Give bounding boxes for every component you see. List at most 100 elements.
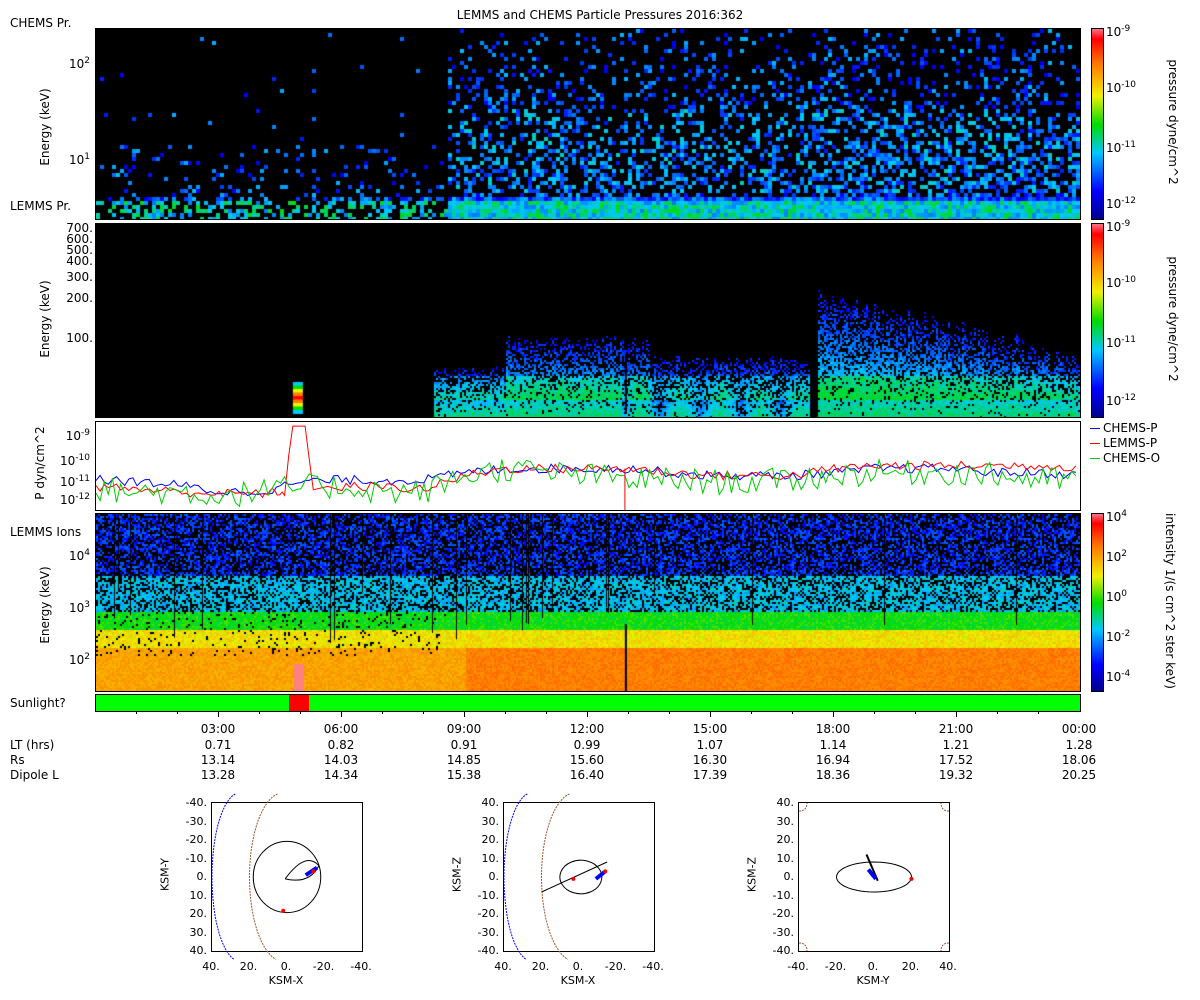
ephemeris-value: 13.14 [200, 753, 236, 767]
orbit-ytick: -30. [185, 814, 207, 828]
lemms-ions-cbar-tick: 100 [1106, 589, 1128, 604]
lemms-pr-cbar-tick: 10-9 [1106, 219, 1131, 234]
time-tick-mark [1038, 711, 1039, 714]
lemms-ions-cbar-tick: 10-4 [1106, 669, 1131, 684]
orbit-ytick: -10. [185, 851, 207, 865]
orbit-xtick: -20. [604, 960, 627, 973]
ephemeris-value: 1.21 [942, 738, 970, 752]
time-tick-mark [300, 711, 301, 714]
colorbar-gradient [1092, 224, 1103, 417]
pressure-ytick: 10-11 [60, 474, 90, 489]
orbit-xtick: 40. [939, 960, 957, 973]
chems-pr-label: CHEMS Pr. [10, 16, 72, 30]
time-tick-mark [382, 711, 383, 714]
orbit-xlabel: KSM-Y [856, 974, 890, 987]
time-tick-label: 03:00 [200, 722, 236, 736]
time-tick-mark [997, 711, 998, 714]
orbit-xtick: 0. [280, 960, 292, 973]
ephemeris-value: 19.32 [938, 768, 974, 782]
orbit-xtick: 20. [901, 960, 920, 973]
position-marker [909, 876, 914, 881]
ephemeris-value: 18.36 [815, 768, 851, 782]
lemms-ions-cbar-tick: 102 [1106, 549, 1128, 564]
lemms-ions-cbar-tick: 104 [1106, 509, 1128, 524]
time-tick-mark [177, 711, 178, 714]
time-tick-mark [218, 711, 219, 717]
orbit-curve [940, 942, 950, 952]
ephemeris-value: 0.82 [327, 738, 355, 752]
lemms-pr-ytick: 100. [66, 331, 93, 345]
orbit-ytick: 40. [189, 944, 208, 957]
orbit-ylabel: KSM-Z [745, 856, 759, 893]
orbit-xtick: 20. [239, 960, 258, 973]
orbit-curve [211, 793, 236, 960]
orbit-xtick: 40. [494, 960, 512, 973]
orbit-ytick: -20. [185, 833, 207, 846]
time-tick-label: 15:00 [692, 722, 728, 736]
ephemeris-row-label: Dipole L [10, 768, 59, 782]
lemms-pr-cbar-tick: 10-11 [1106, 335, 1136, 350]
lemms-ions-cbar-label: intensity 1/(s cm^2 ster keV) [1163, 513, 1177, 689]
time-tick-label: 21:00 [938, 722, 974, 736]
chems-pr-cbar-tick: 10-9 [1106, 24, 1131, 39]
time-tick-mark [669, 711, 670, 714]
time-tick-mark [341, 711, 342, 717]
orbit-ytick: 20. [776, 833, 795, 846]
legend-entry: CHEMS-O [1090, 451, 1160, 465]
time-tick-mark [956, 711, 957, 717]
legend-swatch [1090, 428, 1100, 429]
orbit-ytick: 30. [189, 925, 208, 939]
ephemeris-value: 17.39 [692, 768, 728, 782]
time-tick-mark [874, 711, 875, 714]
shadow-segment [288, 695, 310, 711]
time-tick-label: 06:00 [323, 722, 359, 736]
orbit-ylabel: KSM-Y [158, 857, 172, 892]
ephemeris-value: 1.28 [1065, 738, 1093, 752]
orbit-ytick: -30. [772, 925, 794, 939]
orbit-curve [798, 802, 808, 812]
legend-label: LEMMS-P [1103, 436, 1158, 450]
ephemeris-value: 16.40 [569, 768, 605, 782]
chems-pr-cbar-tick: 10-12 [1106, 196, 1136, 211]
orbit-ytick: 40. [481, 796, 500, 809]
legend-swatch [1090, 458, 1100, 459]
orbit-curve [798, 942, 808, 952]
lemms-pr-ytick: 400. [66, 254, 93, 268]
time-tick-label: 12:00 [569, 722, 605, 736]
lemms-pr-label: LEMMS Pr. [10, 199, 72, 213]
chems-pr-colorbar [1091, 28, 1104, 220]
orbit-drawing [503, 793, 608, 960]
orbit-plot-1 [211, 793, 363, 960]
legend-label: CHEMS-P [1103, 421, 1158, 435]
ephemeris-value: 16.30 [692, 753, 728, 767]
time-tick-mark [915, 711, 916, 714]
orbit-xtick: -20. [312, 960, 335, 973]
lemms-ions-ytick: 103 [68, 600, 90, 615]
orbit-ytick: 10. [481, 851, 500, 865]
time-tick-mark [792, 711, 793, 714]
time-tick-mark [587, 711, 588, 717]
position-marker [603, 869, 608, 874]
orbit-xtick: -20. [824, 960, 847, 973]
ephemeris-value: 1.14 [819, 738, 847, 752]
orbit-ytick: 30. [481, 814, 500, 828]
pressure-plot [95, 421, 1081, 511]
orbit-ytick: 0. [196, 870, 208, 883]
time-tick-mark [628, 711, 629, 714]
position-marker [311, 869, 316, 874]
pressure-ytick: 10-12 [60, 492, 90, 507]
time-tick-mark [505, 711, 506, 714]
pressure-lines [95, 425, 1077, 510]
lemms-ions-cbar-tick: 10-2 [1106, 629, 1131, 644]
ephemeris-value: 0.99 [573, 738, 601, 752]
sunlight-bar [95, 694, 1081, 712]
orbit-ytick: -30. [477, 925, 499, 939]
orbit-ytick: -10. [477, 888, 499, 902]
time-tick-label: 09:00 [446, 722, 482, 736]
chems-pr-ytick: 101 [68, 152, 90, 167]
orbit-ytick: -40. [185, 796, 207, 809]
orbit-drawing [798, 802, 950, 952]
ephemeris-value: 1.07 [696, 738, 724, 752]
chems-pr-cbar-label: pressure dyne/cm^2 [1166, 59, 1180, 185]
chems-pr-ytick: 102 [68, 56, 90, 71]
